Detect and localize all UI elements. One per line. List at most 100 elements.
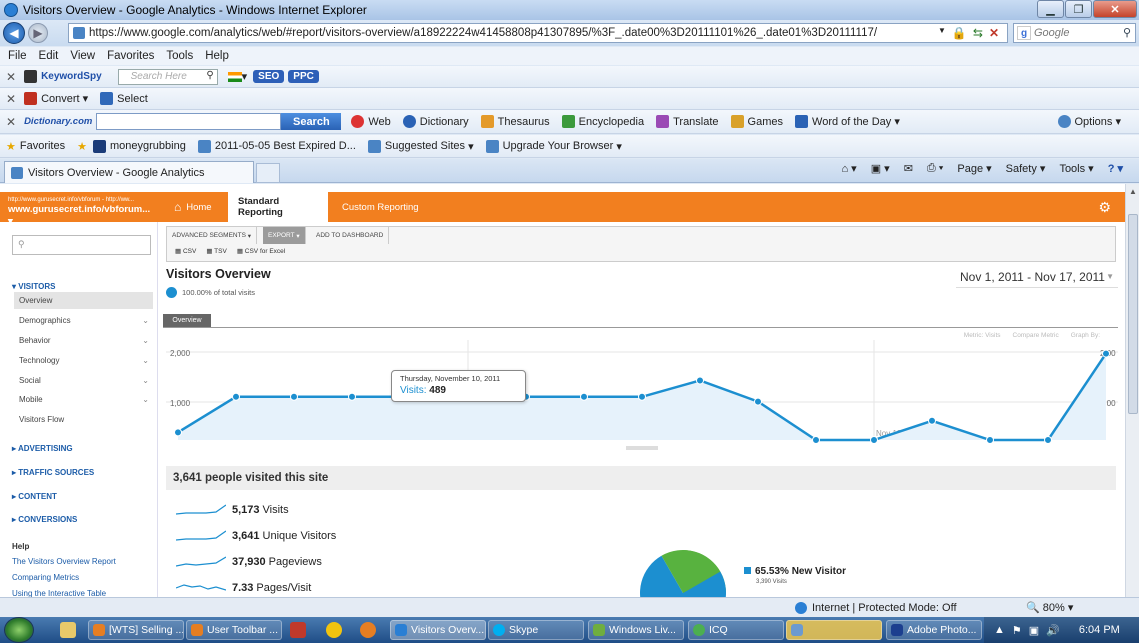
help-link-report[interactable]: The Visitors Overview Report [12,557,116,566]
address-url[interactable]: https://www.google.com/analytics/web/#re… [89,27,929,39]
volume-icon[interactable]: 🔊 [1046,624,1060,637]
menu-tools[interactable]: Tools [166,50,193,62]
sidebar-item-social[interactable]: Social ⌄ [14,372,153,389]
metric-visits[interactable]: 5,173 Visits [176,500,289,520]
sidebar-section-visitors[interactable]: ▾ VISITORS [12,282,55,291]
taskbar-item-icq[interactable]: ICQ [688,620,784,640]
dictionary-search-button[interactable]: Search [281,113,342,130]
nav-home[interactable]: ⌂ Home [164,192,222,222]
smiley-icon[interactable] [326,622,342,638]
menu-edit[interactable]: Edit [39,50,59,62]
metric-unique-visitors[interactable]: 3,641 Unique Visitors [176,526,336,546]
minimize-button[interactable]: ▁ [1037,0,1064,18]
dict-link-encyclopedia[interactable]: Encyclopedia [561,115,644,128]
help-icon[interactable]: ? ▾ [1108,162,1123,175]
taskbar-item-app[interactable] [786,620,882,640]
sidebar-item-mobile[interactable]: Mobile ⌄ [14,391,153,408]
app-icon[interactable] [290,622,306,638]
sidebar-item-overview[interactable]: Overview [14,292,153,309]
nav-custom-reporting[interactable]: Custom Reporting [332,192,429,222]
favorite-item-expired[interactable]: 2011-05-05 Best Expired D... [197,139,356,153]
forward-button[interactable]: ▶ [28,23,48,43]
export-tsv[interactable]: ▦ TSV [206,247,227,255]
new-tab-button[interactable] [256,163,280,183]
metric-pages-visit[interactable]: 7.33 Pages/Visit [176,578,311,597]
add-favorite-icon[interactable]: ★ [77,140,87,153]
security-zone[interactable]: Internet | Protected Mode: Off [795,601,957,614]
close-toolbar-icon[interactable]: ✕ [6,115,16,129]
sidebar-search-input[interactable]: ⚲ [12,235,151,255]
menu-file[interactable]: File [8,50,27,62]
taskbar-item-windows-live[interactable]: Windows Liv... [588,620,684,640]
nav-standard-reporting[interactable]: Standard Reporting [228,192,328,222]
zoom-control[interactable]: 🔍 80% ▾ [1026,601,1073,614]
taskbar-item-wts[interactable]: [WTS] Selling ... [88,620,184,640]
sidebar-section-traffic-sources[interactable]: ▸ TRAFFIC SOURCES [12,468,94,477]
search-icon[interactable]: ⚲ [1123,26,1131,39]
dict-link-word-of-the-day[interactable]: Word of the Day ▾ [795,115,900,128]
sidebar-section-content[interactable]: ▸ CONTENT [12,492,57,501]
graph-by-selector[interactable]: Graph By: [1071,332,1100,339]
folder-icon[interactable] [60,622,76,638]
safety-menu[interactable]: Safety ▾ [1006,162,1046,175]
export-button[interactable]: EXPORT ▾ [263,227,306,244]
select-button[interactable]: Select [100,92,148,105]
sidebar-item-behavior[interactable]: Behavior ⌄ [14,332,153,349]
flag-tray-icon[interactable]: ⚑ [1012,624,1022,637]
compare-metric-selector[interactable]: Compare Metric [1013,332,1059,339]
maximize-button[interactable]: ❐ [1065,0,1092,18]
convert-button[interactable]: Convert ▾ [24,92,88,105]
page-menu[interactable]: Page ▾ [957,162,991,175]
help-link-interactive[interactable]: Using the Interactive Table [12,589,106,597]
dict-link-games[interactable]: Games [730,115,783,128]
metric-pageviews[interactable]: 37,930 Pageviews [176,552,322,572]
mail-icon[interactable]: ✉ [904,162,913,175]
lock-icon[interactable]: 🔒 [952,26,967,40]
scrollbar-thumb[interactable] [1128,214,1138,414]
gear-icon[interactable]: ⚙ [1098,199,1111,216]
firefox-icon[interactable] [360,622,376,638]
taskbar-item-skype[interactable]: Skype [488,620,584,640]
keywordspy-search-input[interactable]: Search Here ⚲ [117,68,218,85]
search-input[interactable]: g Google ⚲ [1013,23,1136,43]
seo-button[interactable]: SEO [253,70,285,83]
advanced-segments-button[interactable]: ADVANCED SEGMENTS ▾ [167,227,257,244]
print-icon[interactable]: ⎙ ▾ [927,162,943,175]
sidebar-section-conversions[interactable]: ▸ CONVERSIONS [12,515,77,524]
close-toolbar-icon[interactable]: ✕ [6,92,16,106]
close-button[interactable]: ✕ [1093,0,1137,18]
export-csv-excel[interactable]: ▦ CSV for Excel [237,247,285,255]
sidebar-item-demographics[interactable]: Demographics ⌄ [14,312,153,329]
refresh-icon[interactable]: ⇆ [973,26,983,40]
start-button[interactable] [4,617,34,643]
export-csv[interactable]: ▦ CSV [175,247,196,255]
network-icon[interactable]: ▣ [1029,624,1039,637]
favorites-button[interactable]: ★ Favorites [6,140,65,153]
sidebar-item-visitors-flow[interactable]: Visitors Flow [14,411,153,428]
back-button[interactable]: ◀ [3,22,25,44]
date-range-picker[interactable]: Nov 1, 2011 - Nov 17, 2011 ▼ [956,266,1118,288]
tab-visitors-overview[interactable]: Visitors Overview - Google Analytics [4,161,254,183]
taskbar-item-visitors-overview[interactable]: Visitors Overv... [390,620,486,640]
dict-link-thesaurus[interactable]: Thesaurus [480,115,550,128]
dict-link-dictionary[interactable]: Dictionary [402,115,469,128]
menu-help[interactable]: Help [205,50,229,62]
tools-menu[interactable]: Tools ▾ [1059,162,1093,175]
scroll-up-icon[interactable]: ▲ [1129,187,1137,196]
sidebar-section-advertising[interactable]: ▸ ADVERTISING [12,444,73,453]
close-toolbar-icon[interactable]: ✕ [6,70,16,84]
options-button[interactable]: Options ▾ [1057,115,1121,128]
home-icon[interactable]: ⌂ ▾ [841,162,856,175]
help-link-comparing[interactable]: Comparing Metrics [12,573,79,582]
taskbar-item-user-toolbar[interactable]: User Toolbar ... [186,620,282,640]
ppc-button[interactable]: PPC [288,70,319,83]
dropdown-icon[interactable]: ▼ [938,26,946,40]
flag-icon[interactable]: ▾ [227,70,247,83]
menu-view[interactable]: View [70,50,95,62]
taskbar-item-photoshop[interactable]: Adobe Photo... [886,620,982,640]
dict-link-translate[interactable]: Translate [656,115,719,128]
address-bar[interactable]: https://www.google.com/analytics/web/#re… [68,23,1008,43]
search-icon[interactable]: ⚲ [206,70,213,81]
vertical-scrollbar[interactable]: ▲ [1125,184,1139,597]
stop-icon[interactable]: ✕ [989,26,999,40]
